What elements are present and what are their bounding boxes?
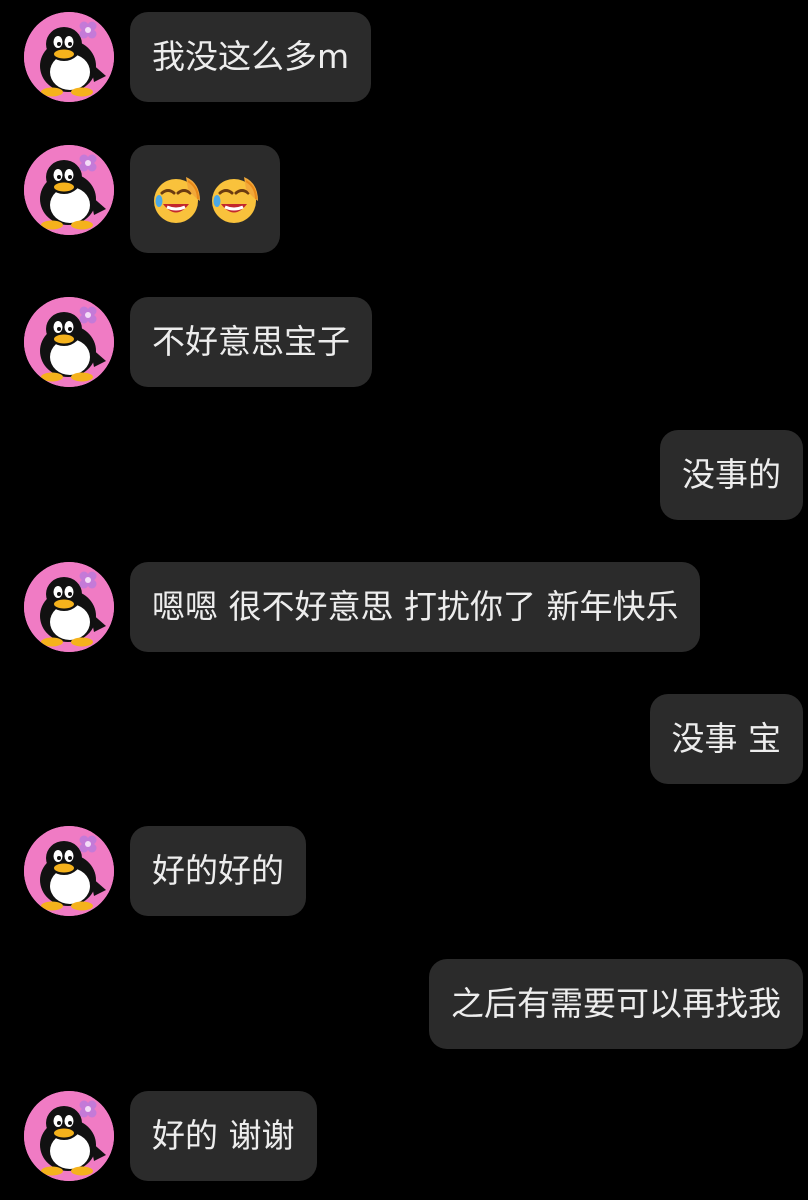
penguin-avatar-icon [24, 1091, 114, 1181]
contact-avatar[interactable] [24, 145, 114, 235]
incoming-message-bubble[interactable]: 好的好的 [130, 826, 306, 916]
contact-avatar[interactable] [24, 826, 114, 916]
incoming-message-bubble[interactable]: 好的 谢谢 [130, 1091, 317, 1181]
penguin-avatar-icon [24, 145, 114, 235]
outgoing-message-bubble[interactable]: 没事的 [660, 430, 803, 520]
penguin-avatar-icon [24, 826, 114, 916]
laughing-tears-emoji-icon [206, 171, 262, 227]
outgoing-message-bubble[interactable]: 之后有需要可以再找我 [429, 959, 803, 1049]
incoming-message-bubble[interactable]: 我没这么多m [130, 12, 372, 102]
contact-avatar[interactable] [24, 12, 114, 102]
incoming-message-bubble[interactable]: 不好意思宝子 [130, 297, 372, 387]
penguin-avatar-icon [24, 12, 114, 102]
contact-avatar[interactable] [24, 562, 114, 652]
laughing-tears-emoji-icon [148, 171, 204, 227]
outgoing-message-bubble[interactable]: 没事 宝 [649, 694, 803, 784]
incoming-emoji-bubble[interactable] [130, 145, 280, 253]
contact-avatar[interactable] [24, 297, 114, 387]
contact-avatar[interactable] [24, 1091, 114, 1181]
penguin-avatar-icon [24, 297, 114, 387]
incoming-message-bubble[interactable]: 嗯嗯 很不好意思 打扰你了 新年快乐 [130, 562, 701, 652]
penguin-avatar-icon [24, 562, 114, 652]
